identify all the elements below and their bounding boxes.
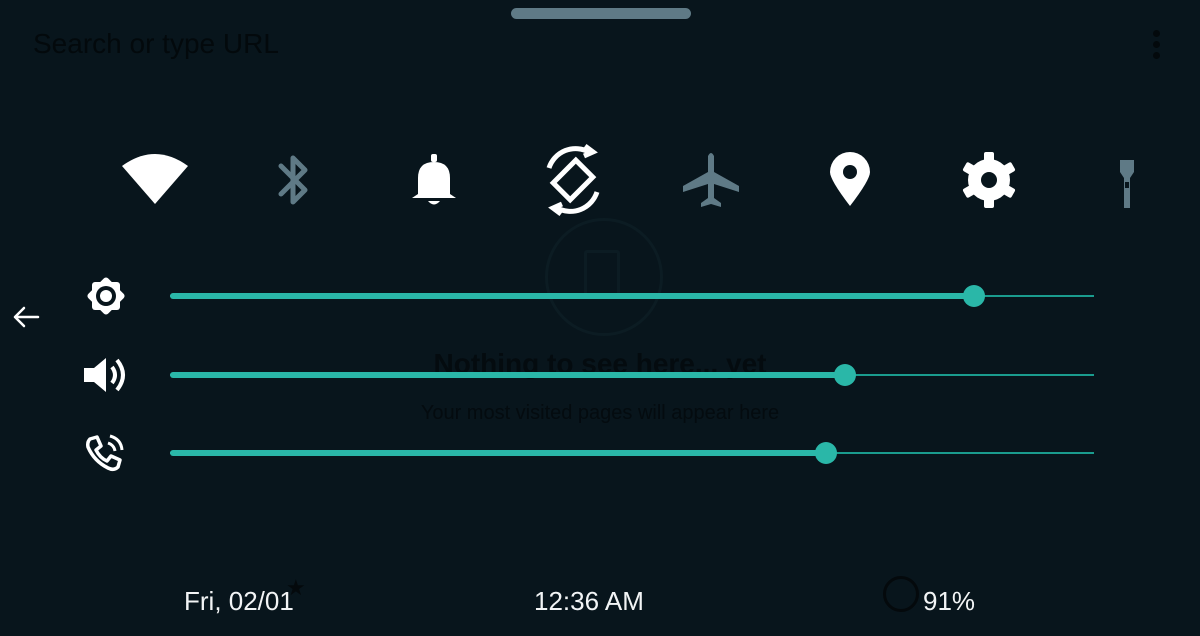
media-volume-slider-thumb[interactable] xyxy=(833,364,856,386)
brightness-slider-thumb[interactable] xyxy=(962,285,985,307)
airplane-icon xyxy=(683,153,739,207)
battery-percent: 91% xyxy=(923,586,976,616)
time-text: 12:36 AM xyxy=(534,586,644,616)
brightness-slider-fill xyxy=(170,293,974,299)
qs-location[interactable] xyxy=(810,140,890,220)
brightness-row xyxy=(0,274,1200,318)
flashlight-icon xyxy=(1120,160,1134,208)
media-volume-row xyxy=(0,353,1200,397)
date-text: Fri, 02/01 xyxy=(184,586,294,616)
empty-state-subtitle: Your most visited pages will appear here xyxy=(420,402,780,424)
qs-wifi[interactable] xyxy=(115,140,195,220)
brightness-icon xyxy=(82,276,130,316)
qs-auto-rotate[interactable] xyxy=(533,140,613,220)
ring-volume-row xyxy=(0,431,1200,475)
history-clock-icon xyxy=(883,576,919,612)
qs-settings[interactable] xyxy=(949,140,1029,220)
ring-volume-icon xyxy=(82,433,130,473)
ring-volume-slider-fill xyxy=(170,450,827,456)
media-volume-slider-fill xyxy=(170,372,845,378)
bell-icon xyxy=(412,154,456,205)
bluetooth-icon xyxy=(278,155,308,205)
gear-icon xyxy=(962,152,1016,208)
volume-icon xyxy=(82,355,130,395)
ring-volume-slider-thumb[interactable] xyxy=(815,442,838,464)
brightness-slider[interactable] xyxy=(170,285,1094,307)
media-volume-slider[interactable] xyxy=(170,364,1094,386)
qs-airplane-mode[interactable] xyxy=(671,140,751,220)
qs-notifications[interactable] xyxy=(394,140,474,220)
qs-bluetooth[interactable] xyxy=(253,140,333,220)
overflow-menu-icon xyxy=(1148,30,1164,64)
wifi-icon xyxy=(122,154,188,204)
search-placeholder: Search or type URL xyxy=(33,28,279,59)
drag-handle[interactable] xyxy=(511,8,691,19)
qs-flashlight[interactable] xyxy=(1088,140,1168,220)
location-pin-icon xyxy=(830,152,870,206)
ring-volume-slider[interactable] xyxy=(170,442,1094,464)
rotate-icon xyxy=(546,144,600,216)
